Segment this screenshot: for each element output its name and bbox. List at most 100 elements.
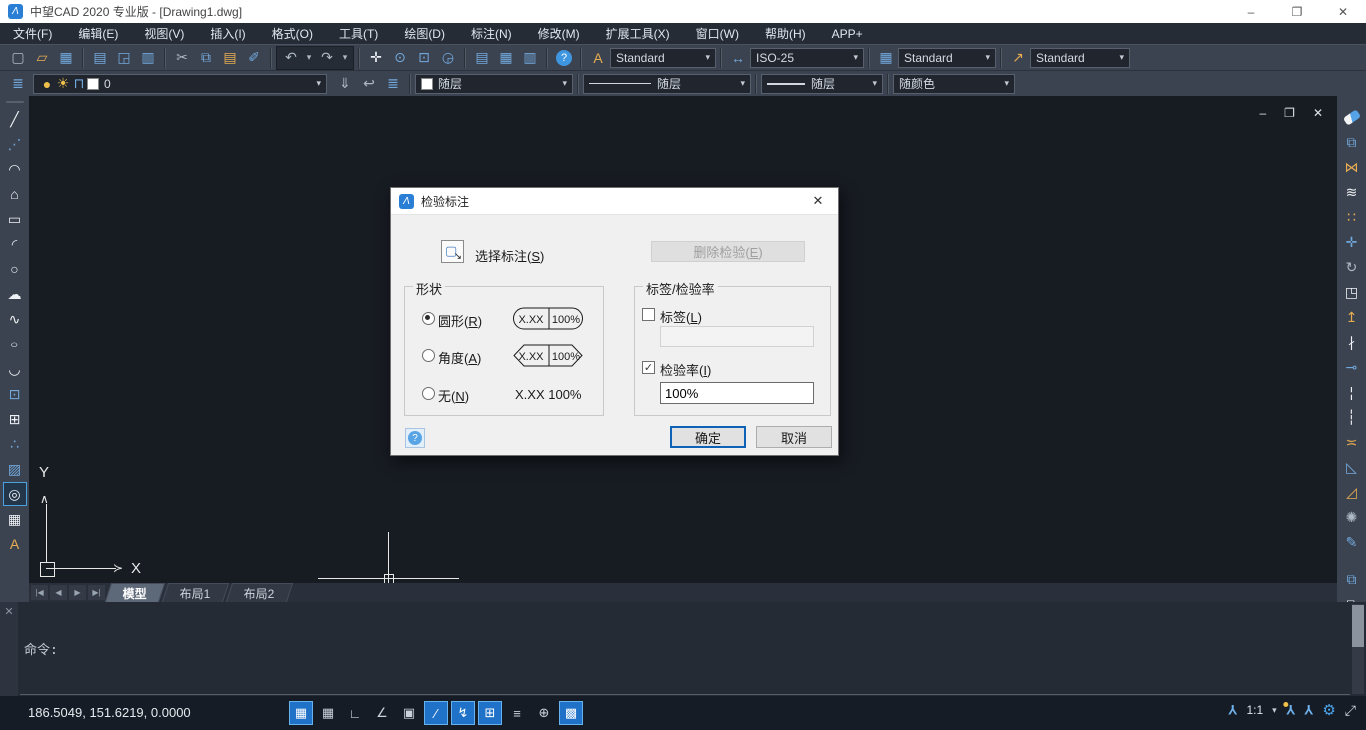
print-preview-icon[interactable]: ◲ <box>112 47 136 69</box>
restore-button[interactable]: ❐ <box>1274 0 1320 23</box>
scale-icon[interactable]: ◳ <box>1340 280 1364 304</box>
rotate-icon[interactable]: ↻ <box>1340 255 1364 279</box>
open-folder-icon[interactable]: ▱ <box>30 47 54 69</box>
extend-icon[interactable]: ⊸ <box>1340 355 1364 379</box>
mdi-restore-button[interactable]: ❐ <box>1284 106 1295 120</box>
fullscreen-icon[interactable]: ⤢ <box>1345 702 1356 719</box>
copy-object-icon[interactable]: ⧉ <box>1340 130 1364 154</box>
undo-icon[interactable]: ↶ <box>279 47 303 69</box>
line-icon[interactable]: ╱ <box>3 107 27 131</box>
object-snap-tracking-toggle[interactable]: ↯ <box>451 701 475 725</box>
chevron-down-icon[interactable]: ▾ <box>1272 705 1277 716</box>
polyline-icon[interactable]: ◠ <box>3 157 27 181</box>
label-checkbox[interactable] <box>642 308 655 321</box>
explode-icon[interactable]: ✺ <box>1340 505 1364 529</box>
insert-block-icon[interactable]: ⊡ <box>3 382 27 406</box>
command-window[interactable]: ✕ 命令: 命令: _pasteclip 指定插入点: *取消* 命令: DIM… <box>0 602 1366 696</box>
auto-annotation-icon[interactable]: Y <box>1304 702 1313 718</box>
zoom-previous-icon[interactable]: ◶ <box>436 47 460 69</box>
point-icon[interactable]: ∴ <box>3 432 27 456</box>
dialog-help-button[interactable]: ? <box>405 428 425 448</box>
break-icon[interactable]: ¦ <box>1340 380 1364 404</box>
annotation-scale-value[interactable]: 1:1 <box>1246 703 1263 717</box>
help-icon[interactable]: ? <box>552 47 576 69</box>
layer-properties-icon[interactable]: ≣ <box>6 73 30 95</box>
make-block-icon[interactable]: ⊞ <box>3 407 27 431</box>
minimize-button[interactable]: – <box>1228 0 1274 23</box>
arc-icon[interactable]: ◜ <box>3 232 27 256</box>
hatch-icon[interactable]: ▨ <box>3 457 27 481</box>
dynamic-ucs-toggle[interactable]: ▩ <box>559 701 583 725</box>
tab-layout1[interactable]: 布局1 <box>162 583 229 602</box>
tab-nav-prev[interactable]: ◀ <box>50 585 67 600</box>
annotation-scale-icon[interactable]: Y <box>1228 702 1237 718</box>
cut-icon[interactable]: ✂ <box>170 47 194 69</box>
mtext-icon[interactable]: A <box>3 532 27 556</box>
stretch-icon[interactable]: ↥ <box>1340 305 1364 329</box>
menu-edit[interactable]: 编辑(E) <box>65 23 131 44</box>
none-radio-label[interactable]: 无(N) <box>438 386 469 405</box>
grid-display-toggle[interactable]: ▦ <box>316 701 340 725</box>
mdi-close-button[interactable]: ✕ <box>1313 106 1323 120</box>
snap-reference-toggle[interactable]: ⊞ <box>478 701 502 725</box>
remove-inspection-button[interactable]: 删除检验(E) <box>651 241 805 262</box>
paste-icon[interactable]: ▤ <box>218 47 242 69</box>
pan-icon[interactable]: ✛ <box>364 47 388 69</box>
menu-dimension[interactable]: 标注(N) <box>458 23 525 44</box>
lineweight-combo[interactable]: 随层 ▾ <box>761 74 883 94</box>
make-object-layer-current-icon[interactable]: ⇓ <box>333 73 357 95</box>
construction-line-icon[interactable]: ⋰ <box>3 132 27 156</box>
new-file-icon[interactable]: ▢ <box>6 47 30 69</box>
plot-style-combo[interactable]: 随颜色 ▾ <box>893 74 1015 94</box>
none-radio[interactable] <box>422 387 435 400</box>
menu-window[interactable]: 窗口(W) <box>683 23 752 44</box>
erase-icon[interactable] <box>1340 105 1364 129</box>
tab-nav-last[interactable]: ▶| <box>88 585 105 600</box>
offset-icon[interactable]: ≋ <box>1340 180 1364 204</box>
move-icon[interactable]: ✛ <box>1340 230 1364 254</box>
mirror-icon[interactable]: ⋈ <box>1340 155 1364 179</box>
circle-icon[interactable]: ○ <box>3 257 27 281</box>
table-icon[interactable]: ▦ <box>3 507 27 531</box>
copy-icon[interactable]: ⧉ <box>194 47 218 69</box>
label-input[interactable] <box>660 326 814 347</box>
dialog-close-button[interactable]: ✕ <box>798 188 838 214</box>
redo-icon[interactable]: ↷ <box>315 47 339 69</box>
round-radio-label[interactable]: 圆形(R) <box>438 311 482 330</box>
menu-file[interactable]: 文件(F) <box>0 23 65 44</box>
command-close-icon[interactable]: ✕ <box>4 606 13 618</box>
color-combo[interactable]: 随层 ▾ <box>415 74 573 94</box>
rate-input[interactable] <box>660 382 814 404</box>
rectangle-icon[interactable]: ▭ <box>3 207 27 231</box>
tab-nav-next[interactable]: ▶ <box>69 585 86 600</box>
menu-app-plus[interactable]: APP+ <box>819 23 876 44</box>
dynamic-input-toggle[interactable]: ⊕ <box>532 701 556 725</box>
join-icon[interactable]: ≍ <box>1340 430 1364 454</box>
layer-freeze-icon[interactable]: ☀ <box>55 73 71 95</box>
cancel-button[interactable]: 取消 <box>756 426 832 448</box>
lineweight-display-toggle[interactable]: ≡ <box>505 701 529 725</box>
zoom-window-icon[interactable]: ⊡ <box>412 47 436 69</box>
ellipse-icon[interactable]: ○ <box>3 336 27 352</box>
rate-checkbox-label[interactable]: 检验率(I) <box>660 360 711 379</box>
zoom-realtime-icon[interactable]: ⊙ <box>388 47 412 69</box>
region-icon[interactable]: ◎ <box>3 482 27 506</box>
polar-tracking-toggle[interactable]: ∠ <box>370 701 394 725</box>
properties-palette-icon[interactable]: ▤ <box>470 47 494 69</box>
chamfer-icon[interactable]: ◺ <box>1340 455 1364 479</box>
design-center-icon[interactable]: ▦ <box>494 47 518 69</box>
menu-insert[interactable]: 插入(I) <box>197 23 258 44</box>
polygon-icon[interactable]: ⌂ <box>3 182 27 206</box>
toolbar-grip[interactable] <box>6 101 24 103</box>
object-snap-legacy-toggle[interactable]: ▣ <box>397 701 421 725</box>
print-icon[interactable]: ▤ <box>88 47 112 69</box>
round-radio[interactable] <box>422 312 435 325</box>
mdi-minimize-button[interactable]: – <box>1259 106 1266 120</box>
save-icon[interactable]: ▦ <box>54 47 78 69</box>
layer-on-bulb-icon[interactable]: ● <box>39 73 55 95</box>
annotation-visibility-icon[interactable]: Y <box>1286 702 1295 718</box>
bring-to-front-icon[interactable]: ⧉ <box>1340 567 1364 591</box>
menu-help[interactable]: 帮助(H) <box>752 23 819 44</box>
menu-draw[interactable]: 绘图(D) <box>391 23 458 44</box>
menu-express-tools[interactable]: 扩展工具(X) <box>593 23 683 44</box>
